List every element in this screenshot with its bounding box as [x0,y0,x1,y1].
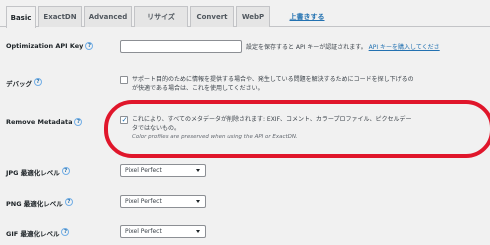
tab-basic[interactable]: Basic [6,6,36,28]
gif-level-row: GIF 最適化レベル? Pixel Perfect [0,225,490,239]
debug-row: デバッグ? サポート目的のために情報を提供する場合や、発生している問題を解決する… [0,72,490,98]
tab-overrides[interactable]: 上書きする [282,6,332,27]
buy-api-key-link[interactable]: API キーを購入してくださ [369,44,440,51]
jpg-level-label: JPG 最適化レベル? [6,167,70,177]
api-key-label: Optimization API Key? [6,42,94,50]
png-level-select[interactable]: Pixel Perfect [120,195,206,208]
api-key-input[interactable] [120,40,242,53]
png-level-label: PNG 最適化レベル? [6,198,73,208]
debug-label: デバッグ? [6,78,42,88]
help-icon[interactable]: ? [74,118,83,126]
remove-metadata-description: これにより、すべてのメタデータが削除されます: EXIF、コメント、カラープロフ… [132,116,412,140]
jpg-level-select[interactable]: Pixel Perfect [120,164,206,177]
tab-exactdn[interactable]: ExactDN [38,6,82,27]
help-icon[interactable]: ? [61,167,70,175]
help-icon[interactable]: ? [61,228,70,236]
remove-metadata-label: Remove Metadata? [6,118,83,126]
gif-level-select[interactable]: Pixel Perfect [120,225,206,238]
gif-level-label: GIF 最適化レベル? [6,228,70,238]
remove-metadata-row: Remove Metadata? ✓ これにより、すべてのメタデータが削除されま… [0,112,490,148]
help-icon[interactable]: ? [34,78,42,86]
remove-metadata-checkbox[interactable]: ✓ [120,114,128,124]
tab-advanced[interactable]: Advanced [84,6,132,27]
help-icon[interactable]: ? [85,42,94,50]
tab-convert[interactable]: Convert [190,6,234,27]
chevron-down-icon [196,230,200,233]
tab-webp[interactable]: WebP [236,6,270,27]
help-icon[interactable]: ? [64,198,73,206]
settings-tab-bar: Basic ExactDN Advanced リサイズ Convert WebP… [0,0,490,28]
png-level-row: PNG 最適化レベル? Pixel Perfect [0,195,490,209]
remove-metadata-note: Color profiles are preserved when using … [132,134,298,140]
checkmark-icon: ✓ [121,114,128,124]
chevron-down-icon [196,169,200,172]
jpg-level-row: JPG 最適化レベル? Pixel Perfect [0,164,490,178]
api-key-row: Optimization API Key? 設定を保存すると API キーが認証… [0,40,490,56]
debug-description: サポート目的のために情報を提供する場合や、発生している問題を解決するためにコード… [132,76,414,92]
tab-resize[interactable]: リサイズ [134,6,188,27]
debug-checkbox[interactable] [120,76,128,84]
chevron-down-icon [196,200,200,203]
api-key-description: 設定を保存すると API キーが認証されます。 API キーを購入してくださ [246,44,440,51]
